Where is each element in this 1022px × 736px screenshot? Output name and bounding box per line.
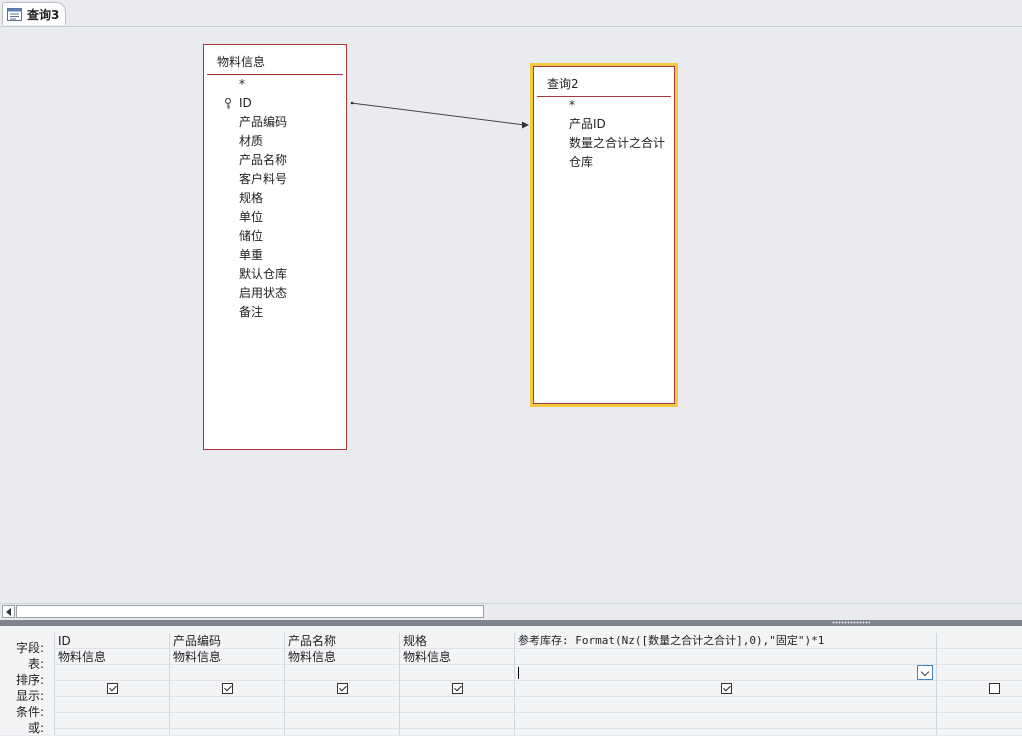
grid-column-expression[interactable]: 参考库存: Format(Nz([数量之合计之合计],0),"固定")*1 xyxy=(514,633,936,735)
field-item-id[interactable]: ID xyxy=(204,94,346,113)
query-icon xyxy=(7,7,22,21)
sort-cell[interactable] xyxy=(285,665,399,681)
criteria-cell[interactable] xyxy=(170,697,284,713)
criteria-cell[interactable] xyxy=(515,697,936,713)
field-item[interactable]: * xyxy=(204,75,346,94)
sort-cell-active[interactable] xyxy=(515,665,936,681)
field-item[interactable]: 客户料号 xyxy=(204,170,346,189)
field-item[interactable]: 规格 xyxy=(204,189,346,208)
field-item[interactable]: 单位 xyxy=(204,208,346,227)
show-cell[interactable] xyxy=(285,681,399,697)
show-checkbox[interactable] xyxy=(337,683,348,694)
table-wuliao-field-list[interactable]: 物料信息 * ID 产品编码 材质 产品名称 客户料号 规格 单位 储位 单重 … xyxy=(203,44,347,450)
criteria-cell[interactable] xyxy=(937,697,1022,713)
table-cell[interactable] xyxy=(515,649,936,665)
field-cell[interactable]: 产品名称 xyxy=(285,633,399,649)
or-cell[interactable] xyxy=(515,713,936,729)
row-label-sort: 排序: xyxy=(15,673,44,687)
field-label: ID xyxy=(239,96,252,110)
tab-label: 查询3 xyxy=(27,7,60,22)
document-tab-strip: 查询3 xyxy=(0,0,1022,27)
or-cell[interactable] xyxy=(170,713,284,729)
table-cell[interactable]: 物料信息 xyxy=(170,649,284,665)
or-cell[interactable] xyxy=(285,713,399,729)
grid-column[interactable]: 产品名称 物料信息 xyxy=(284,633,399,735)
criteria-cell[interactable] xyxy=(55,697,169,713)
field-cell[interactable]: ID xyxy=(55,633,169,649)
field-list-frame: 查询2 * 产品ID 数量之合计之合计 仓库 xyxy=(533,66,675,404)
field-item[interactable]: 备注 xyxy=(204,303,346,322)
join-line[interactable] xyxy=(0,27,1022,602)
criteria-cell[interactable] xyxy=(400,697,514,713)
query-design-pane[interactable]: 物料信息 * ID 产品编码 材质 产品名称 客户料号 规格 单位 储位 单重 … xyxy=(0,27,1022,602)
grid-row-labels: 字段: 表: 排序: 显示: 条件: 或: xyxy=(0,640,50,736)
field-items: * ID 产品编码 材质 产品名称 客户料号 规格 单位 储位 单重 默认仓库 … xyxy=(204,75,346,322)
show-checkbox[interactable] xyxy=(721,683,732,694)
show-cell[interactable] xyxy=(55,681,169,697)
field-item[interactable]: 产品编码 xyxy=(204,113,346,132)
field-cell[interactable] xyxy=(937,633,1022,649)
sort-cell[interactable] xyxy=(937,665,1022,681)
expression-field-cell[interactable]: 参考库存: Format(Nz([数量之合计之合计],0),"固定")*1 xyxy=(515,633,936,649)
scroll-thumb[interactable] xyxy=(16,605,484,618)
row-label-criteria: 条件: xyxy=(15,705,44,719)
or-cell[interactable] xyxy=(937,713,1022,729)
show-cell[interactable] xyxy=(400,681,514,697)
show-cell[interactable] xyxy=(937,681,1022,697)
table-cell[interactable]: 物料信息 xyxy=(400,649,514,665)
grid-column[interactable]: ID 物料信息 xyxy=(54,633,169,735)
field-item[interactable]: 储位 xyxy=(204,227,346,246)
show-cell[interactable] xyxy=(515,681,936,697)
horizontal-scrollbar[interactable] xyxy=(0,603,1022,620)
scroll-left-button[interactable] xyxy=(2,605,15,618)
sort-cell[interactable] xyxy=(55,665,169,681)
row-label-show: 显示: xyxy=(15,689,44,703)
field-item[interactable]: * xyxy=(534,96,674,115)
primary-key-icon xyxy=(224,98,232,109)
grid-column[interactable]: 规格 物料信息 xyxy=(399,633,514,735)
field-list-title: 查询2 xyxy=(547,77,579,91)
field-item[interactable]: 默认仓库 xyxy=(204,265,346,284)
table-cell[interactable] xyxy=(937,649,1022,665)
field-item[interactable]: 材质 xyxy=(204,132,346,151)
show-checkbox[interactable] xyxy=(989,683,1000,694)
sort-cell[interactable] xyxy=(400,665,514,681)
show-checkbox[interactable] xyxy=(452,683,463,694)
grid-column[interactable]: 产品编码 物料信息 xyxy=(169,633,284,735)
field-item[interactable]: 仓库 xyxy=(534,153,674,172)
splitter-grip[interactable] xyxy=(832,621,870,624)
show-cell[interactable] xyxy=(170,681,284,697)
show-checkbox[interactable] xyxy=(107,683,118,694)
row-label-field: 字段: xyxy=(15,641,44,655)
sort-dropdown-button[interactable] xyxy=(917,665,933,680)
table-cell[interactable]: 物料信息 xyxy=(55,649,169,665)
or-cell[interactable] xyxy=(400,713,514,729)
field-items: * 产品ID 数量之合计之合计 仓库 xyxy=(534,96,674,172)
table-cell[interactable]: 物料信息 xyxy=(285,649,399,665)
sort-cell[interactable] xyxy=(170,665,284,681)
or-cell[interactable] xyxy=(55,713,169,729)
grid-column-empty[interactable] xyxy=(936,633,1022,735)
field-item[interactable]: 启用状态 xyxy=(204,284,346,303)
field-item[interactable]: 单重 xyxy=(204,246,346,265)
field-item[interactable]: 产品名称 xyxy=(204,151,346,170)
query2-field-list[interactable]: 查询2 * 产品ID 数量之合计之合计 仓库 xyxy=(530,63,678,407)
field-item[interactable]: 产品ID xyxy=(534,115,674,134)
criteria-cell[interactable] xyxy=(285,697,399,713)
field-item[interactable]: 数量之合计之合计 xyxy=(534,134,674,153)
row-label-or: 或: xyxy=(27,721,44,735)
field-cell[interactable]: 产品编码 xyxy=(170,633,284,649)
tab-query3[interactable]: 查询3 xyxy=(2,2,66,25)
text-cursor xyxy=(518,667,519,679)
row-label-table: 表: xyxy=(27,657,44,671)
field-list-title: 物料信息 xyxy=(217,55,266,69)
field-cell[interactable]: 规格 xyxy=(400,633,514,649)
show-checkbox[interactable] xyxy=(222,683,233,694)
query-design-grid[interactable]: 字段: 表: 排序: 显示: 条件: 或: ID 物料信息 产品编码 物料信息 … xyxy=(0,626,1022,735)
